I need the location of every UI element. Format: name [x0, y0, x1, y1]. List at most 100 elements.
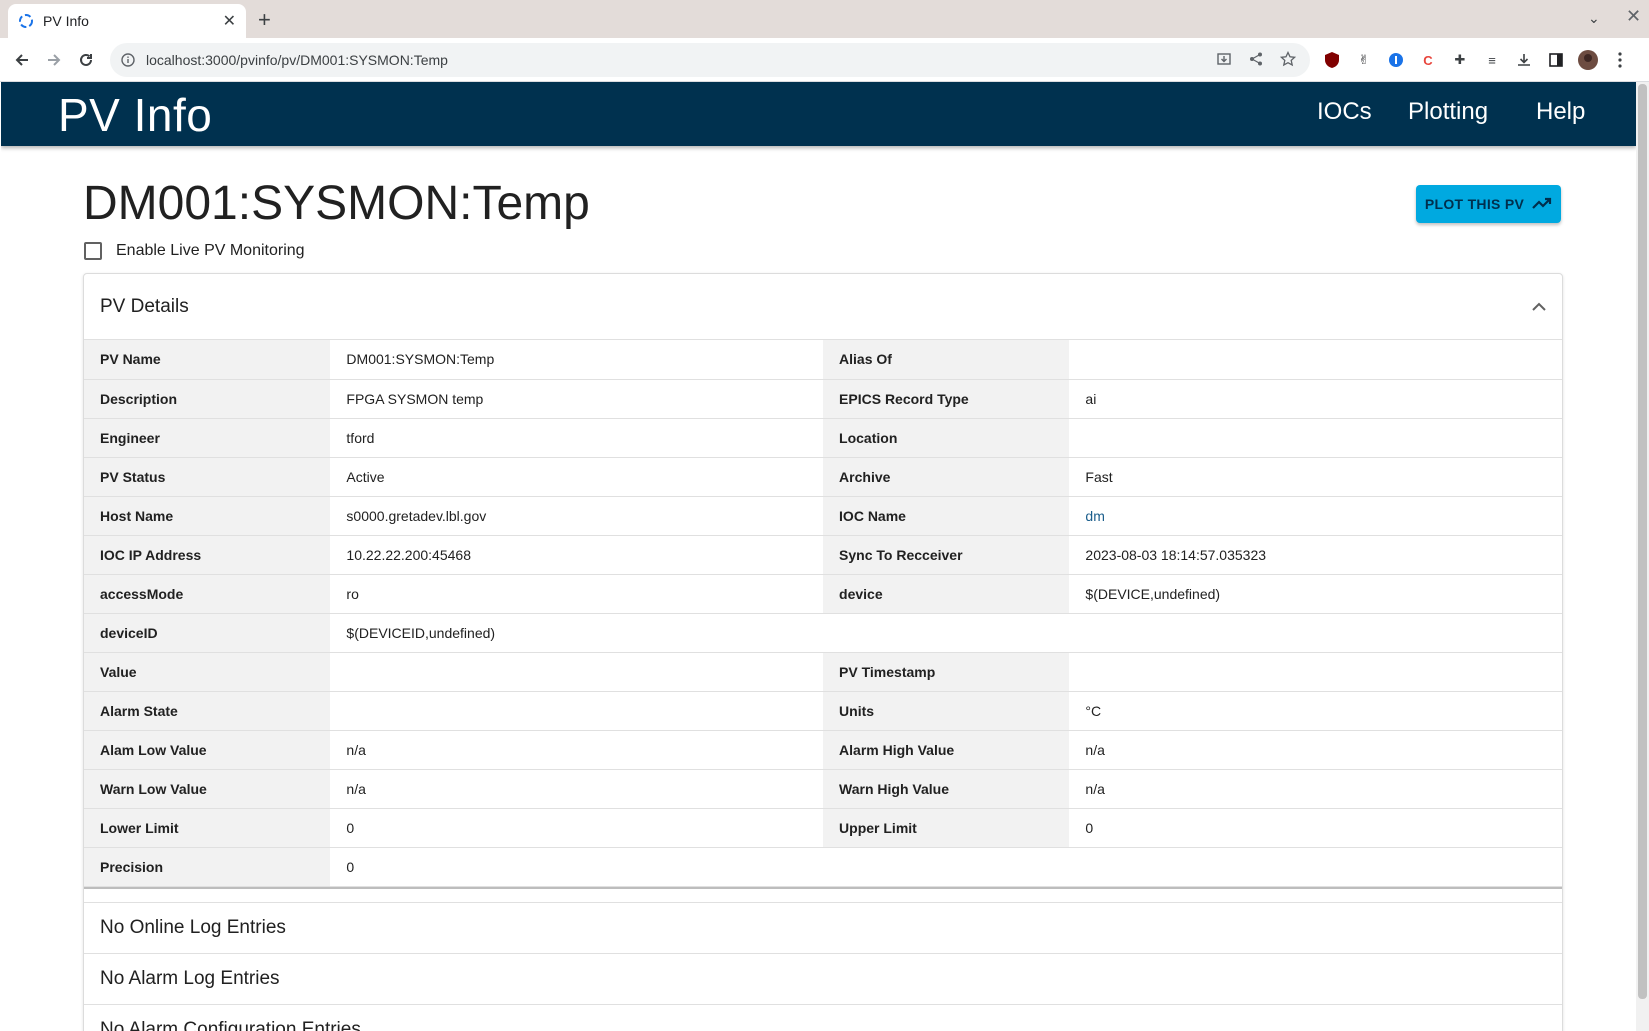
side-panel-icon[interactable]	[1546, 50, 1566, 70]
detail-value: $(DEVICEID,undefined)	[330, 613, 1562, 653]
trending-up-icon	[1532, 196, 1552, 213]
detail-value: 0	[330, 847, 1562, 887]
chevron-up-icon[interactable]	[1532, 298, 1546, 316]
app-bar: PV Info IOCs Plotting Help	[1, 82, 1636, 146]
pv-details-header[interactable]: PV Details	[84, 274, 1562, 340]
page-scrollbar[interactable]	[1636, 82, 1649, 1031]
tab-search-icon[interactable]: ⌄	[1588, 10, 1600, 27]
detail-label: Description	[84, 379, 331, 419]
detail-label: Precision	[84, 847, 331, 887]
live-monitoring-toggle[interactable]: Enable Live PV Monitoring	[84, 242, 305, 260]
plot-pv-button[interactable]: PLOT THIS PV	[1416, 185, 1561, 223]
alarm-config-section[interactable]: No Alarm Configuration Entries	[84, 1005, 1562, 1031]
table-row: Host Name s0000.gretadev.lbl.gov IOC Name d…	[84, 496, 1562, 536]
spinner-icon	[18, 13, 34, 29]
table-row: Description FPGA SYSMON temp EPICS Record …	[84, 379, 1562, 419]
detail-label: Alarm High Value	[823, 730, 1070, 770]
detail-value: 2023-08-03 18:14:57.035323	[1069, 535, 1562, 575]
pv-details-table: PV Name DM001:SYSMON:Temp Alias Of Descript…	[84, 340, 1562, 887]
password-manager-icon[interactable]	[1386, 50, 1406, 70]
detail-value	[1069, 340, 1562, 380]
detail-value: 0	[330, 808, 824, 848]
install-icon[interactable]	[1216, 51, 1232, 70]
ublock-icon[interactable]	[1322, 50, 1342, 70]
ioc-name-link[interactable]: dm	[1069, 496, 1562, 536]
detail-value: FPGA SYSMON temp	[330, 379, 824, 419]
monitoring-label: Enable Live PV Monitoring	[116, 242, 305, 259]
extensions-puzzle-icon[interactable]: ✚	[1450, 50, 1470, 70]
c-extension-icon[interactable]: C	[1418, 50, 1438, 70]
app-viewport: PV Info IOCs Plotting Help DM001:SYSMON:…	[1, 82, 1636, 1031]
table-row: Precision 0	[84, 847, 1562, 887]
share-icon[interactable]	[1248, 51, 1264, 70]
reading-list-icon[interactable]: ≡	[1482, 50, 1502, 70]
online-log-section[interactable]: No Online Log Entries	[84, 903, 1562, 954]
detail-label: Value	[84, 652, 331, 692]
detail-label: Warn Low Value	[84, 769, 331, 809]
new-tab-button[interactable]: +	[258, 8, 271, 32]
detail-value: Active	[330, 457, 824, 497]
scrollbar-thumb[interactable]	[1638, 84, 1647, 999]
detail-value: 10.22.22.200:45468	[330, 535, 824, 575]
profile-avatar-icon[interactable]	[1578, 50, 1598, 70]
detail-label: PV Name	[84, 340, 331, 380]
detail-value: n/a	[1069, 730, 1562, 770]
detail-value: °C	[1069, 691, 1562, 731]
downloads-icon[interactable]	[1514, 50, 1534, 70]
table-row: deviceID $(DEVICEID,undefined)	[84, 613, 1562, 653]
detail-value: ro	[330, 574, 824, 614]
tab-title: PV Info	[43, 13, 89, 29]
detail-label: IOC Name	[823, 496, 1070, 536]
bookmark-star-icon[interactable]	[1279, 50, 1297, 70]
detail-label: Units	[823, 691, 1070, 731]
pv-details-panel: PV Details PV Name DM001:SYSMON:Temp Alias…	[83, 273, 1563, 1031]
detail-value: tford	[330, 418, 824, 458]
monitoring-checkbox[interactable]	[84, 242, 102, 260]
app-brand[interactable]: PV Info	[58, 88, 212, 142]
detail-value: ai	[1069, 379, 1562, 419]
detail-label: PV Timestamp	[823, 652, 1070, 692]
detail-value: n/a	[330, 730, 824, 770]
detail-value: Fast	[1069, 457, 1562, 497]
table-row: Engineer tford Location	[84, 418, 1562, 458]
window-close-icon[interactable]: ✕	[1626, 6, 1641, 27]
detail-value: DM001:SYSMON:Temp	[330, 340, 824, 380]
detail-label: Alam Low Value	[84, 730, 331, 770]
browser-tab[interactable]: PV Info ✕	[8, 4, 246, 38]
detail-label: Alias Of	[823, 340, 1070, 380]
pv-details-title: PV Details	[100, 295, 189, 317]
detail-label: Upper Limit	[823, 808, 1070, 848]
detail-value: n/a	[330, 769, 824, 809]
page-title: DM001:SYSMON:Temp	[83, 177, 590, 230]
tab-close-icon[interactable]: ✕	[223, 11, 236, 31]
section-spacer	[84, 889, 1562, 903]
alarm-log-section[interactable]: No Alarm Log Entries	[84, 954, 1562, 1005]
table-row: Lower Limit 0 Upper Limit 0	[84, 808, 1562, 848]
table-row: PV Status Active Archive Fast	[84, 457, 1562, 497]
detail-label: device	[823, 574, 1070, 614]
address-bar[interactable]: localhost:3000/pvinfo/pv/DM001:SYSMON:Te…	[110, 43, 1310, 77]
table-row: accessMode ro device $(DEVICE,undefined)	[84, 574, 1562, 614]
back-icon[interactable]	[8, 46, 36, 74]
detail-label: Archive	[823, 457, 1070, 497]
nav-plotting[interactable]: Plotting	[1408, 98, 1488, 126]
detail-value: 0	[1069, 808, 1562, 848]
detail-value: n/a	[1069, 769, 1562, 809]
nav-iocs[interactable]: IOCs	[1317, 98, 1372, 126]
plot-button-label: PLOT THIS PV	[1424, 196, 1525, 212]
table-row: Alam Low Value n/a Alarm High Value n/a	[84, 730, 1562, 770]
forward-icon[interactable]	[40, 46, 68, 74]
extension-hand-icon[interactable]: ✌	[1354, 50, 1374, 70]
menu-dots-icon[interactable]	[1610, 50, 1630, 70]
nav-help[interactable]: Help	[1536, 98, 1585, 126]
detail-label: deviceID	[84, 613, 331, 653]
browser-toolbar: localhost:3000/pvinfo/pv/DM001:SYSMON:Te…	[0, 38, 1649, 82]
browser-tabbar: PV Info ✕ + ⌄ ✕	[0, 0, 1649, 38]
reload-icon[interactable]	[72, 46, 100, 74]
detail-value	[330, 652, 824, 692]
table-row: IOC IP Address 10.22.22.200:45468 Sync To …	[84, 535, 1562, 575]
detail-label: PV Status	[84, 457, 331, 497]
detail-value: s0000.gretadev.lbl.gov	[330, 496, 824, 536]
site-info-icon[interactable]	[120, 52, 136, 68]
table-row: PV Name DM001:SYSMON:Temp Alias Of	[84, 340, 1562, 380]
